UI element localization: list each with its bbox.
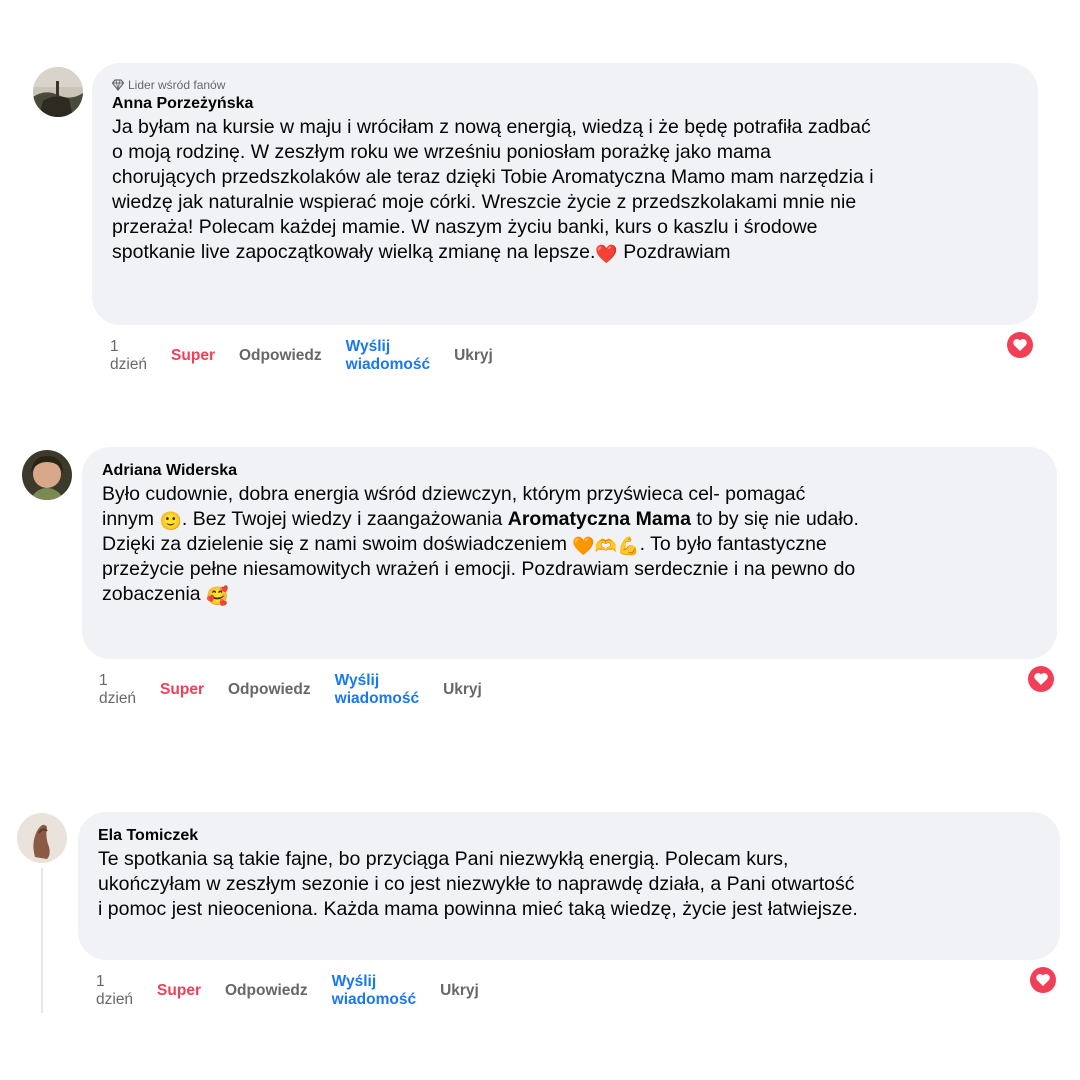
comment-text-segment: . Bez Twojej wiedzy i zaangażowania (181, 508, 508, 530)
heart-emoji-icon: ❤️ (595, 244, 618, 264)
love-reaction-icon[interactable] (1030, 967, 1056, 993)
comment-line: innym 🙂. Bez Twojej wiedzy i zaangażowan… (102, 507, 1039, 532)
comment-text-segment: Pozdrawiam (617, 241, 731, 263)
comment-line: i pomoc jest nieoceniona. Każda mama pow… (98, 898, 858, 920)
comment-line: spotkanie live zapoczątkowały wielką zmi… (112, 240, 1020, 265)
reaction-button[interactable]: Super (157, 982, 201, 1000)
author-name[interactable]: Anna Porzeżyńska (112, 93, 1020, 115)
love-reaction-icon[interactable] (1028, 666, 1054, 692)
comment-text-segment: to by się nie udało. (690, 508, 859, 530)
comment-line: ukończyłam w zeszłym sezonie i co jest n… (98, 873, 855, 895)
comment-text: Te spotkania są takie fajne, bo przyciąg… (98, 847, 1042, 922)
reply-thread-line (41, 868, 43, 1013)
hide-button[interactable]: Ukryj (440, 982, 479, 1000)
comment-line: Dzięki za dzielenie się z nami swoim doś… (102, 532, 1039, 557)
comment-text-segment: innym (102, 508, 160, 530)
badge-label: Lider wśród fanów (128, 78, 226, 92)
brand-mention: Aromatyczna Mama (507, 508, 691, 530)
author-name[interactable]: Adriana Widerska (102, 460, 1039, 482)
comment-text-segment: Dzięki za dzielenie się z nami swoim doś… (102, 533, 573, 555)
comment-actions: 1 dzień Super Odpowiedz Wyślij wiadomość… (99, 672, 482, 708)
comment-line: chorujących przedszkolaków ale teraz dzi… (112, 166, 874, 188)
avatar[interactable] (33, 67, 83, 117)
comment-actions: 1 dzień Super Odpowiedz Wyślij wiadomość… (96, 973, 479, 1009)
send-message-button[interactable]: Wyślij wiadomość (335, 672, 419, 708)
reply-button[interactable]: Odpowiedz (225, 982, 308, 1000)
comment-bubble: Ela Tomiczek Te spotkania są takie fajne… (78, 812, 1060, 960)
author-name[interactable]: Ela Tomiczek (98, 825, 1042, 847)
comment-text-segment: zobaczenia (102, 583, 207, 605)
timestamp[interactable]: 1 dzień (110, 338, 147, 374)
reply-button[interactable]: Odpowiedz (239, 347, 322, 365)
send-message-button[interactable]: Wyślij wiadomość (332, 973, 416, 1009)
comment-text-segment: . To było fantastyczne (639, 533, 827, 555)
heart-hands-muscle-emoji-icon: 🧡🫶💪 (572, 536, 640, 556)
comment-line: przeraża! Polecam każdej mamie. W naszym… (112, 216, 818, 238)
comment-line: Ja byłam na kursie w maju i wróciłam z n… (112, 116, 871, 138)
timestamp[interactable]: 1 dzień (99, 672, 136, 708)
comment-bubble: Adriana Widerska Było cudownie, dobra en… (82, 447, 1057, 659)
love-reaction-icon[interactable] (1007, 332, 1033, 358)
top-fan-badge: Lider wśród fanów (112, 77, 1020, 93)
comment-line: Te spotkania są takie fajne, bo przyciąg… (98, 848, 789, 870)
avatar[interactable] (17, 813, 67, 863)
send-message-button[interactable]: Wyślij wiadomość (346, 338, 430, 374)
avatar[interactable] (22, 450, 72, 500)
timestamp[interactable]: 1 dzień (96, 973, 133, 1009)
reply-button[interactable]: Odpowiedz (228, 681, 311, 699)
reaction-button[interactable]: Super (171, 347, 215, 365)
comment-actions: 1 dzień Super Odpowiedz Wyślij wiadomość… (110, 338, 493, 374)
comment-line: zobaczenia 🥰 (102, 582, 1039, 607)
avatar-photo-icon (22, 450, 72, 500)
comment-line: przeżycie pełne niesamowitych wrażeń i e… (102, 558, 856, 580)
reaction-button[interactable]: Super (160, 681, 204, 699)
smiling-hearts-emoji-icon: 🥰 (206, 586, 229, 606)
comment-text: Było cudownie, dobra energia wśród dziew… (102, 482, 1039, 607)
diamond-icon (112, 79, 124, 91)
hide-button[interactable]: Ukryj (443, 681, 482, 699)
avatar-photo-icon (17, 813, 67, 863)
comment-text-segment: spotkanie live zapoczątkowały wielką zmi… (112, 241, 596, 263)
comment-line: o moją rodzinę. W zeszłym roku we wrześn… (112, 141, 771, 163)
comment-line: wiedzę jak naturalnie wspierać moje córk… (112, 191, 857, 213)
comment-bubble: Lider wśród fanów Anna Porzeżyńska Ja by… (92, 63, 1038, 325)
hide-button[interactable]: Ukryj (454, 347, 493, 365)
comment-line: Było cudownie, dobra energia wśród dziew… (102, 483, 806, 505)
smile-emoji-icon: 🙂 (159, 511, 182, 531)
comment-text: Ja byłam na kursie w maju i wróciłam z n… (112, 115, 1020, 265)
avatar-photo-icon (33, 67, 83, 117)
